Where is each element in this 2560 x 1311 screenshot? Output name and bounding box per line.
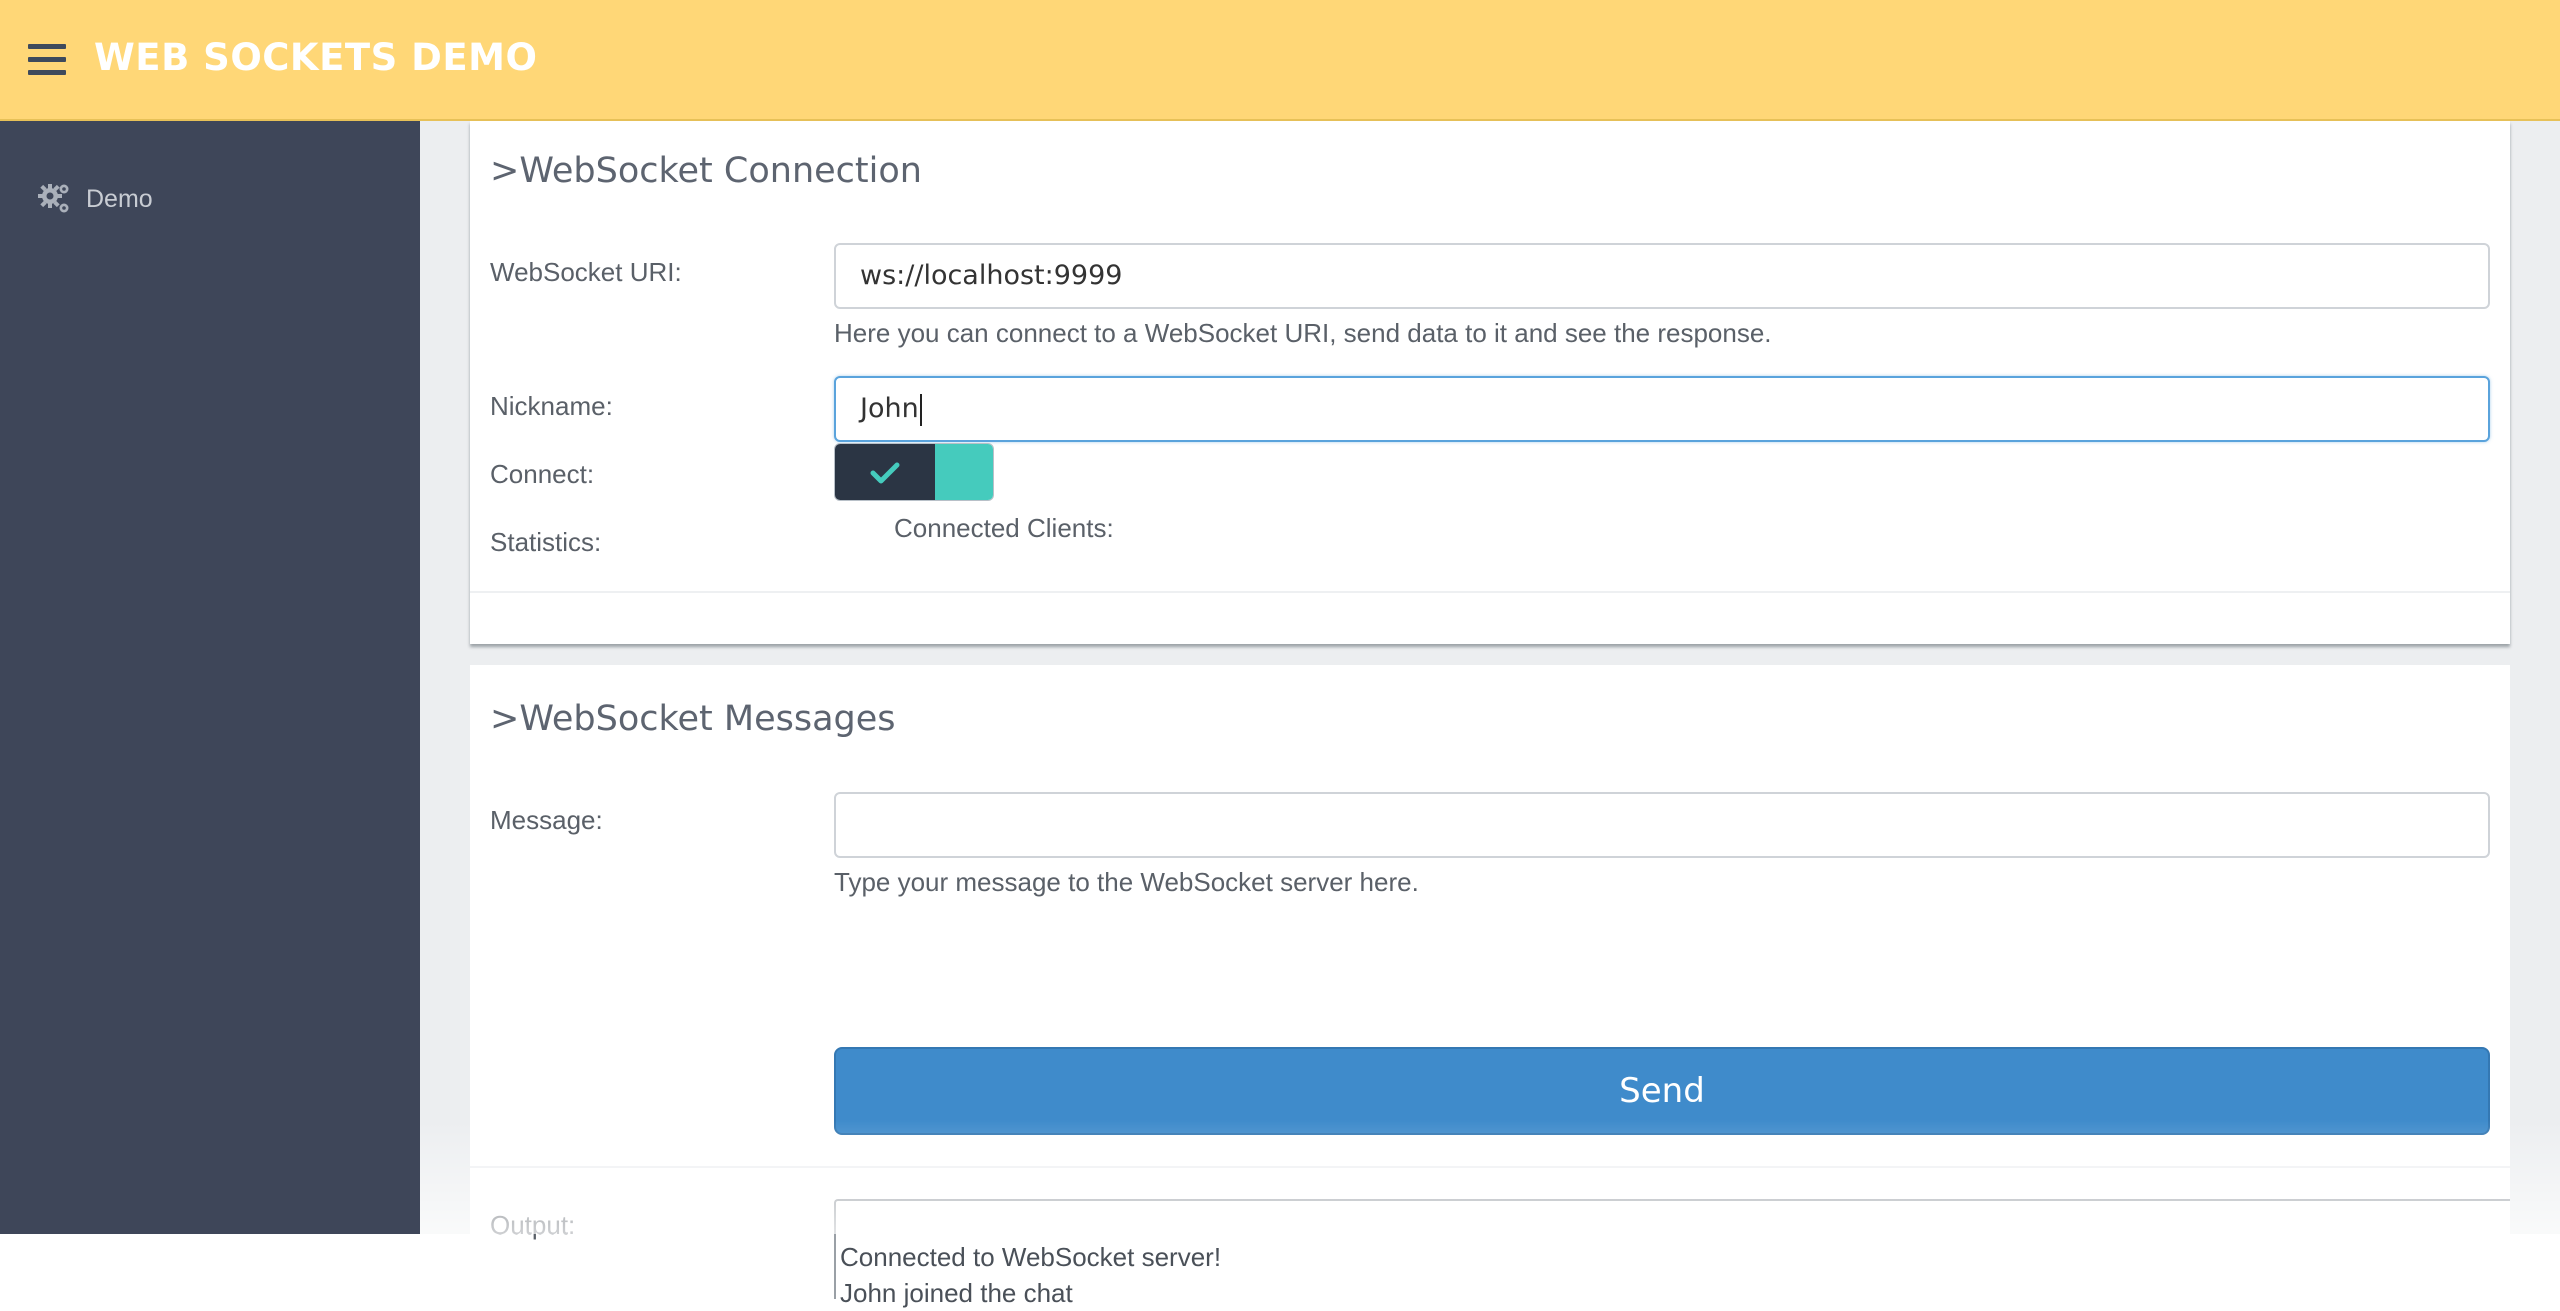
websocket-messages-panel: >WebSocket Messages Message: Type your m… <box>470 665 2510 1308</box>
text-caret <box>919 393 922 426</box>
panel-title: >WebSocket Connection <box>490 151 922 191</box>
statistics-label: Statistics: <box>490 527 602 557</box>
send-button[interactable]: Send <box>834 1047 2490 1135</box>
main-content: >WebSocket Connection WebSocket URI: ws:… <box>420 121 2560 1308</box>
gears-icon <box>38 184 69 213</box>
output-label: Output: <box>490 1210 576 1240</box>
output-log[interactable]: Connected to WebSocket server! John join… <box>834 1199 2510 1308</box>
output-line: John joined the chat <box>840 1278 1073 1308</box>
websocket-connection-panel: >WebSocket Connection WebSocket URI: ws:… <box>470 121 2510 644</box>
toggle-knob <box>935 444 993 500</box>
websocket-uri-input[interactable]: ws://localhost:9999 <box>834 243 2490 309</box>
message-label: Message: <box>490 805 603 835</box>
panel-divider <box>470 591 2510 593</box>
message-input[interactable] <box>834 792 2490 858</box>
top-header-bar: WEB SOCKETS DEMO <box>0 0 2560 121</box>
nickname-value: John <box>860 393 919 424</box>
nickname-input[interactable]: John <box>834 376 2490 442</box>
output-line: Connected to WebSocket server! <box>840 1242 1222 1272</box>
toggle-on-section <box>835 444 935 500</box>
uri-label: WebSocket URI: <box>490 257 682 287</box>
hamburger-menu-icon[interactable] <box>28 44 66 76</box>
nickname-label: Nickname: <box>490 391 613 421</box>
checkmark-icon <box>870 462 900 484</box>
uri-help-text: Here you can connect to a WebSocket URI,… <box>834 318 1772 348</box>
panel-divider <box>470 1166 2510 1168</box>
connected-clients-label: Connected Clients: <box>894 513 1114 543</box>
message-help-text: Type your message to the WebSocket serve… <box>834 867 1419 897</box>
app-title: WEB SOCKETS DEMO <box>94 36 538 79</box>
panel-title: >WebSocket Messages <box>490 699 896 739</box>
sidebar-item-demo[interactable]: Demo <box>38 179 153 219</box>
sidebar: Demo <box>0 121 420 1234</box>
connect-label: Connect: <box>490 459 595 489</box>
sidebar-item-label: Demo <box>86 184 153 213</box>
connect-toggle[interactable] <box>834 443 994 501</box>
